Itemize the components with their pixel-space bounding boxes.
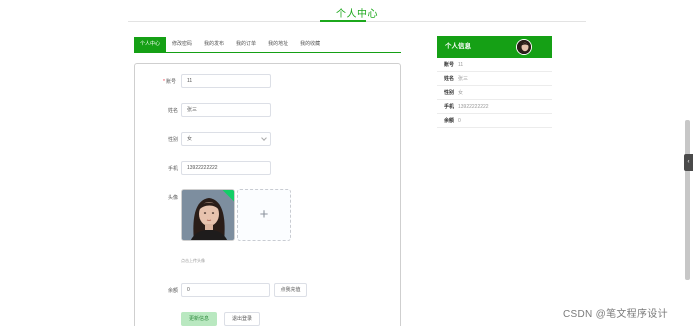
info-row-account: 账号 11 xyxy=(437,58,552,72)
tab-my-orders[interactable]: 我的订单 xyxy=(230,37,262,52)
phone-field[interactable]: 13922222222 xyxy=(181,161,271,175)
tab-my-addresses[interactable]: 我的地址 xyxy=(262,37,294,52)
logout-button[interactable]: 退出登录 xyxy=(224,312,260,326)
avatar-thumbnail-image xyxy=(517,40,531,54)
info-panel-header: 个人信息 xyxy=(437,36,552,58)
avatar xyxy=(516,39,532,55)
page-title: 个人中心 xyxy=(336,9,378,20)
tab-my-favorites[interactable]: 我的收藏 xyxy=(294,37,326,52)
plus-icon: + xyxy=(259,206,269,223)
csdn-watermark: CSDN @笔文程序设计 xyxy=(563,309,668,320)
gender-selected-value: 女 xyxy=(187,136,193,142)
gender-select[interactable]: 女 xyxy=(181,132,271,146)
phone-label: 手机 xyxy=(168,166,179,172)
info-row-balance: 余额 0 xyxy=(437,114,552,128)
info-panel-title: 个人信息 xyxy=(445,43,471,50)
avatar-portrait-image xyxy=(182,190,234,240)
tab-profile[interactable]: 个人中心 xyxy=(134,37,167,52)
account-field[interactable]: 11 xyxy=(181,74,271,88)
required-mark: * xyxy=(163,79,165,85)
gender-label: 性别 xyxy=(168,137,179,143)
collapse-sidebar-button[interactable]: ‹ xyxy=(684,154,693,171)
balance-field[interactable]: 0 xyxy=(181,283,270,297)
account-label: *账号 xyxy=(163,79,176,85)
page-scrollbar[interactable] xyxy=(685,120,690,280)
personal-info-panel: 个人信息 账号 11 姓名 张三 性别女 手机 13922222222 余额 0 xyxy=(437,36,552,128)
chevron-down-icon xyxy=(261,135,267,141)
chevron-left-icon: ‹ xyxy=(687,159,690,165)
name-field[interactable]: 张三 xyxy=(181,103,271,117)
page-title-bar: 个人中心 xyxy=(128,0,586,22)
tabs-underline xyxy=(134,52,401,53)
page-title-underline xyxy=(320,20,366,22)
info-row-name: 姓名 张三 xyxy=(437,72,552,86)
info-row-phone: 手机 13922222222 xyxy=(437,100,552,114)
info-row-gender: 性别女 xyxy=(437,86,552,100)
tab-change-password[interactable]: 修改密码 xyxy=(166,37,198,52)
name-label: 姓名 xyxy=(168,108,179,114)
avatar-label: 头像 xyxy=(168,195,179,201)
balance-label: 余额 xyxy=(168,288,179,294)
tab-my-posts[interactable]: 我的发布 xyxy=(198,37,230,52)
profile-tabs: 个人中心 修改密码 我的发布 我的订单 我的地址 我的收藏 xyxy=(134,37,326,52)
avatar-upload-hint: 点击上传头像 xyxy=(181,258,205,263)
avatar-upload-button[interactable]: + xyxy=(237,189,291,241)
update-info-button[interactable]: 更新信息 xyxy=(181,312,217,326)
avatar-preview[interactable] xyxy=(181,189,235,241)
recharge-button[interactable]: 点我充值 xyxy=(274,283,307,297)
